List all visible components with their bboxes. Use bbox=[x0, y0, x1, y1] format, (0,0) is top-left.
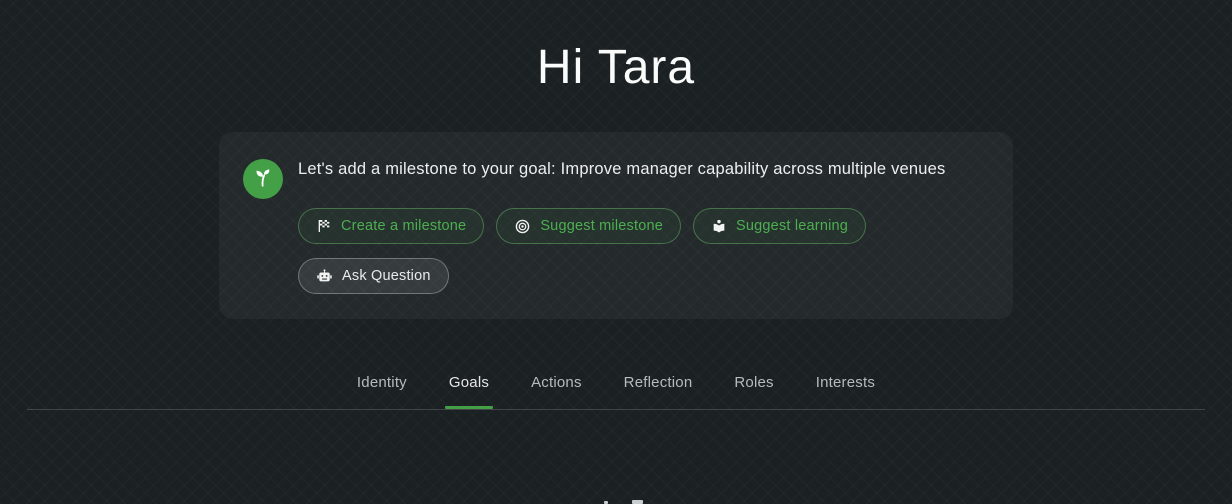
tab-goals-label: Goals bbox=[448, 374, 490, 391]
ask-question-label: Ask Question bbox=[342, 268, 431, 284]
checkered-flag-icon bbox=[316, 218, 332, 234]
tabs-divider bbox=[27, 409, 1205, 410]
target-icon bbox=[514, 218, 531, 235]
profile-tabs: Identity Goals Actions Reflection Roles … bbox=[0, 373, 1232, 409]
sprout-icon bbox=[252, 166, 274, 193]
suggest-learning-label: Suggest learning bbox=[736, 218, 849, 234]
tab-actions[interactable]: Actions bbox=[530, 373, 583, 409]
clipped-heading-fragment bbox=[632, 500, 643, 504]
page-greeting: Hi Tara bbox=[536, 41, 696, 94]
tab-goals[interactable]: Goals bbox=[444, 373, 494, 409]
tab-roles-label: Roles bbox=[734, 374, 774, 391]
suggest-milestone-button[interactable]: Suggest milestone bbox=[496, 208, 682, 244]
assistant-avatar bbox=[243, 159, 283, 199]
tab-reflection[interactable]: Reflection bbox=[623, 373, 694, 409]
create-milestone-button[interactable]: Create a milestone bbox=[298, 208, 485, 244]
tab-interests-label: Interests bbox=[815, 374, 876, 391]
robot-icon bbox=[316, 268, 333, 285]
suggest-milestone-label: Suggest milestone bbox=[540, 218, 664, 234]
tab-roles[interactable]: Roles bbox=[733, 373, 774, 409]
assistant-message: Let's add a milestone to your goal: Impr… bbox=[298, 160, 946, 178]
ask-question-button[interactable]: Ask Question bbox=[298, 258, 449, 294]
action-buttons-row-1: Create a milestone Suggest milestone Sug… bbox=[298, 208, 989, 244]
tab-identity-label: Identity bbox=[356, 374, 407, 391]
reader-icon bbox=[711, 218, 727, 234]
tab-interests[interactable]: Interests bbox=[815, 373, 876, 409]
tab-reflection-label: Reflection bbox=[623, 374, 693, 391]
tab-active-underline bbox=[444, 406, 494, 409]
tab-actions-label: Actions bbox=[531, 374, 582, 391]
tab-identity[interactable]: Identity bbox=[356, 373, 408, 409]
assistant-message-card: Let's add a milestone to your goal: Impr… bbox=[219, 132, 1013, 319]
action-buttons-row-2: Ask Question bbox=[298, 258, 989, 294]
create-milestone-label: Create a milestone bbox=[341, 218, 467, 234]
suggest-learning-button[interactable]: Suggest learning bbox=[693, 208, 867, 244]
assistant-card-content: Let's add a milestone to your goal: Impr… bbox=[298, 159, 989, 294]
